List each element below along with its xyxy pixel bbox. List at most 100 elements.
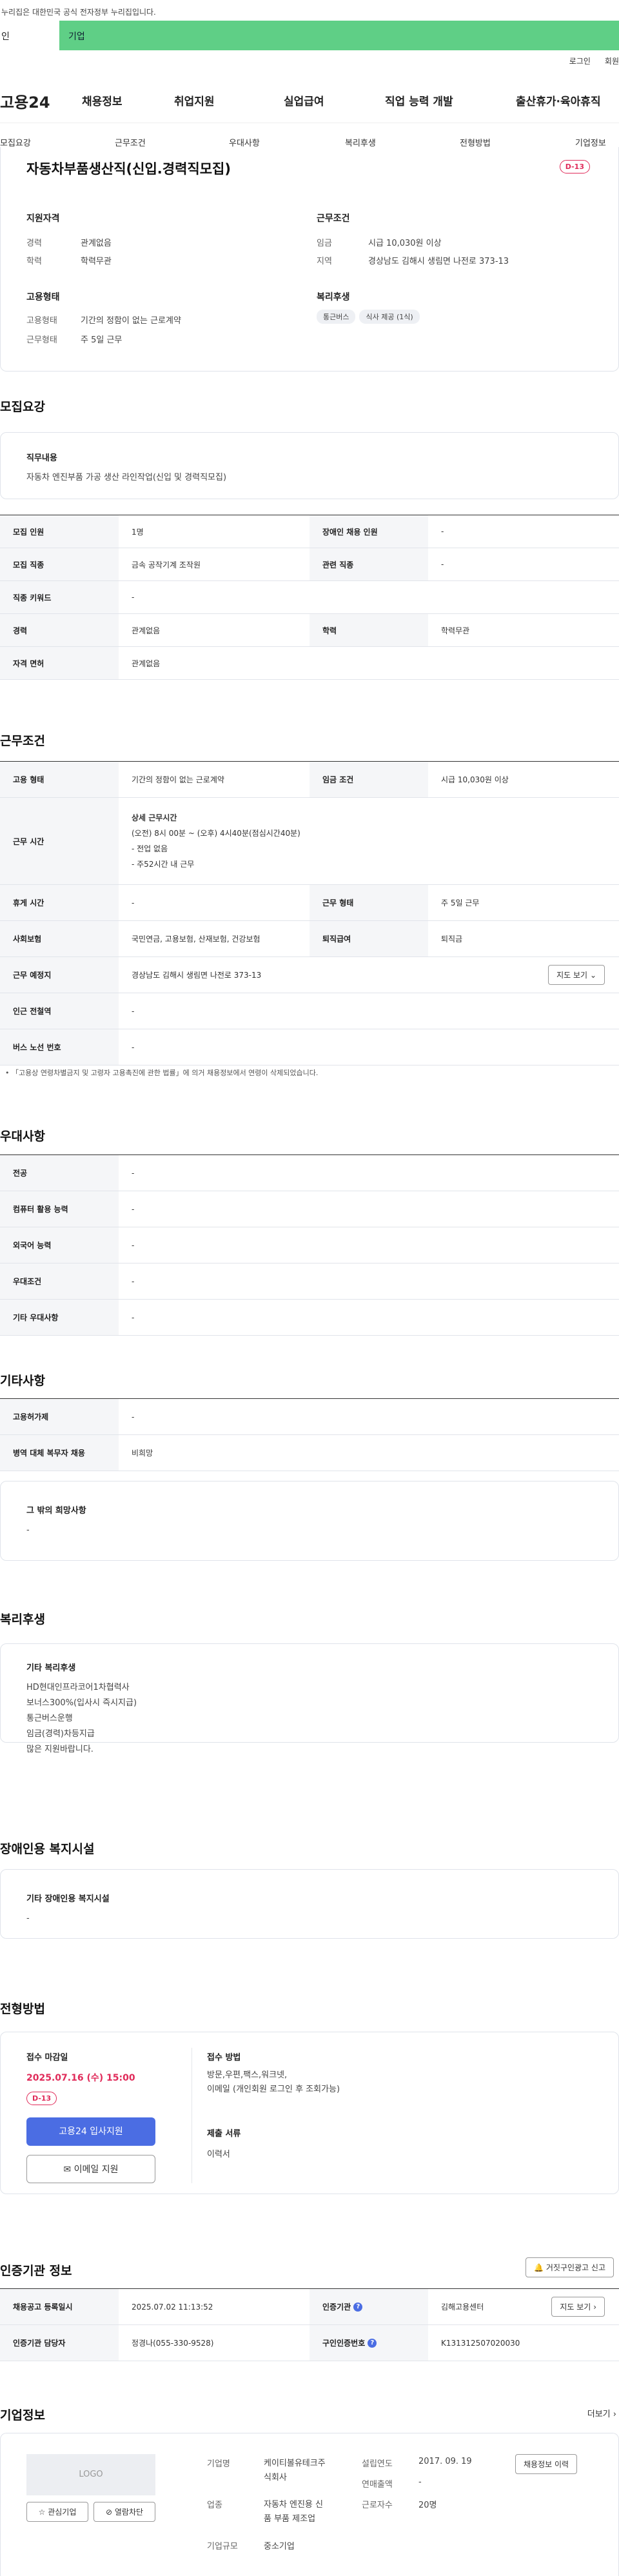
company-sales: - <box>418 2477 422 2487</box>
login-link[interactable]: 로그인 <box>569 55 591 66</box>
company-name-line: 케이티볼유테크주 <box>264 2459 326 2468</box>
gov-banner: 누리집은 대한민국 공식 전자정부 누리집입니다. <box>0 0 619 21</box>
map-button[interactable]: 지도 보기 ⌄ <box>548 965 605 985</box>
row-label: 버스 노선 번호 <box>0 1029 119 1065</box>
dday-badge: D-13 <box>26 2092 57 2105</box>
join-link[interactable]: 회원 <box>605 55 619 66</box>
welfare-heading: 복리후생 <box>0 1612 45 1627</box>
favorite-company-label: 관심기업 <box>48 2508 77 2517</box>
region-info: 지역 경상남도 김해시 생림면 나전로 373-13 <box>317 257 509 266</box>
cond-title: 근무조건 <box>317 213 350 224</box>
table-row: 사회보험 국민연금, 고용보험, 산재보험, 건강보험 퇴직급여 퇴직금 <box>0 921 619 957</box>
hours-head: 상세 근무시간 <box>132 813 177 822</box>
gnb-leave[interactable]: 출산휴가·육아휴직 <box>516 92 601 108</box>
table-row: 근무 시간 상세 근무시간 (오전) 8시 00분 ~ (오후) 4시40분(점… <box>0 798 619 885</box>
bell-icon: 🔔 <box>534 2263 544 2272</box>
company-industry-line: 품 부품 제조업 <box>264 2514 316 2524</box>
welfare-box-title: 기타 복리후생 <box>26 1663 76 1673</box>
welfare-lines: HD현대인프라코어1차협력사 보너스300%(입사시 즉시지급) 통근버스운행 … <box>26 1680 137 1758</box>
row-value: - <box>132 593 135 602</box>
report-ad-button[interactable]: 🔔 거짓구인광고 신고 <box>526 2257 614 2277</box>
row-label: 근무 시간 <box>0 798 119 884</box>
row-label: 경력 <box>0 614 119 646</box>
help-icon[interactable]: ? <box>368 2338 377 2348</box>
company-logo: LOGO <box>26 2454 155 2495</box>
worktype-info: 근무형태 주 5일 근무 <box>26 335 123 345</box>
welfare-line: 임금(경력)차등지급 <box>26 1729 95 1739</box>
row-value: K131312507020030 <box>441 2338 520 2348</box>
block-view-button[interactable]: ⊘ 열람차단 <box>93 2502 155 2522</box>
row-value: 관계없음 <box>132 626 161 635</box>
welfare-tags: 통근버스 식사 제공 (1식) <box>317 310 424 324</box>
favorite-company-button[interactable]: ☆ 관심기업 <box>26 2502 88 2522</box>
career-info: 경력 관계없음 <box>26 239 112 248</box>
company-name-label: 기업명 <box>207 2459 230 2469</box>
row-value: - <box>132 1006 135 1016</box>
row-label: 인증기관 담당자 <box>0 2325 119 2361</box>
method-text: 방문,우편,팩스,워크넷, 이메일 (개인회원 로그인 후 조회가능) <box>207 2068 340 2097</box>
hiring-history-button[interactable]: 채용정보 이력 <box>515 2454 578 2474</box>
pref-heading: 우대사항 <box>0 1129 45 1144</box>
row-label: 채용공고 등록일시 <box>0 2289 119 2324</box>
row-value: 2025.07.02 11:13:52 <box>132 2302 213 2312</box>
row-value: 기간의 정함이 없는 근로계약 <box>132 775 224 784</box>
table-row: 버스 노선 번호 - <box>0 1029 619 1065</box>
row-value: - <box>132 1276 135 1286</box>
chevron-right-icon: › <box>593 2303 596 2312</box>
welfare-title: 복리후생 <box>317 292 350 302</box>
row-value: 경상남도 김해시 생림면 나전로 373-13 지도 보기 ⌄ <box>119 957 619 993</box>
site-logo[interactable]: 고용24 <box>0 90 50 112</box>
row-value: - <box>441 560 444 569</box>
gnb-support[interactable]: 취업지원 <box>174 92 215 108</box>
duty-text: 자동차 엔진부품 가공 생산 라인작업(신입 및 경력직모집) <box>26 473 227 482</box>
table-row: 기타 우대사항 - <box>0 1300 619 1336</box>
company-size: 중소기업 <box>264 2542 295 2551</box>
method-line: 방문,우편,팩스,워크넷, <box>207 2070 288 2080</box>
row-label: 학력 <box>310 614 428 646</box>
company-name-line: 식회사 <box>264 2473 287 2482</box>
block-view-label: 열람차단 <box>114 2508 144 2517</box>
gnb-jobs[interactable]: 채용정보 <box>82 92 123 108</box>
emptype-info: 고용형태 기간의 정함이 없는 근로계약 <box>26 316 181 326</box>
welfare-line: 많은 지원바랍니다. <box>26 1745 93 1754</box>
company-card: LOGO ☆ 관심기업 ⊘ 열람차단 기업명 케이티볼유테크주 식회사 업종 자동… <box>0 2433 619 2576</box>
pref-table: 전공 - 컴퓨터 활용 능력 - 외국어 능력 - 우대조건 - 기타 우대사항 - <box>0 1154 619 1336</box>
agency-map-label: 지도 보기 <box>560 2303 591 2312</box>
etc-heading: 기타사항 <box>0 1374 45 1388</box>
company-emp: 20명 <box>418 2501 437 2510</box>
row-label: 외국어 능력 <box>0 1227 119 1263</box>
row-value: 관계없음 <box>132 659 161 668</box>
selection-card: 접수 마감일 2025.07.16 (수) 15:00 D-13 고용24 입사… <box>0 2032 619 2194</box>
block-icon: ⊘ <box>105 2508 113 2517</box>
etc-hope-text: - <box>26 1525 30 1535</box>
email-apply-button[interactable]: ✉ 이메일 지원 <box>26 2155 155 2183</box>
row-label: 인근 전철역 <box>0 993 119 1029</box>
company-industry-line: 자동차 엔진용 신 <box>264 2500 323 2510</box>
disabled-heading: 장애인용 복지시설 <box>0 1842 95 1856</box>
company-more-link[interactable]: 더보기 › <box>587 2407 616 2419</box>
chevron-down-icon: ⌄ <box>589 971 596 980</box>
row-label: 구인인증번호 ? <box>310 2325 428 2361</box>
agency-map-button[interactable]: 지도 보기 › <box>551 2297 605 2317</box>
welfare-card: 기타 복리후생 HD현대인프라코어1차협력사 보너스300%(입사시 즉시지급)… <box>0 1643 619 1754</box>
table-row: 우대조건 - <box>0 1263 619 1300</box>
disabled-box-text: - <box>26 1914 30 1923</box>
table-row: 외국어 능력 - <box>0 1227 619 1263</box>
gnb-training[interactable]: 직업 능력 개발 <box>385 92 453 108</box>
welfare-tag: 통근버스 <box>317 310 356 324</box>
selection-heading: 전형방법 <box>0 2002 45 2016</box>
row-value: - <box>132 1240 135 1250</box>
row-value: - <box>132 898 135 907</box>
table-row: 고용허가제 - <box>0 1399 619 1435</box>
hours-line: - 주52시간 내 근무 <box>132 860 195 869</box>
help-icon[interactable]: ? <box>353 2302 363 2312</box>
apply-button[interactable]: 고용24 입사지원 <box>26 2117 155 2146</box>
gnb-benefit[interactable]: 실업급여 <box>284 92 324 108</box>
duty-card: 직무내용 자동차 엔진부품 가공 생산 라인작업(신입 및 경력직모집) <box>0 432 619 499</box>
row-value: 1명 <box>132 527 144 537</box>
company-sales-label: 연매출액 <box>362 2480 393 2490</box>
table-row: 전공 - <box>0 1155 619 1191</box>
row-label: 직종 키워드 <box>0 581 119 613</box>
emp-title: 고용형태 <box>26 292 60 302</box>
info-bar-right[interactable]: 기업 <box>59 21 619 50</box>
